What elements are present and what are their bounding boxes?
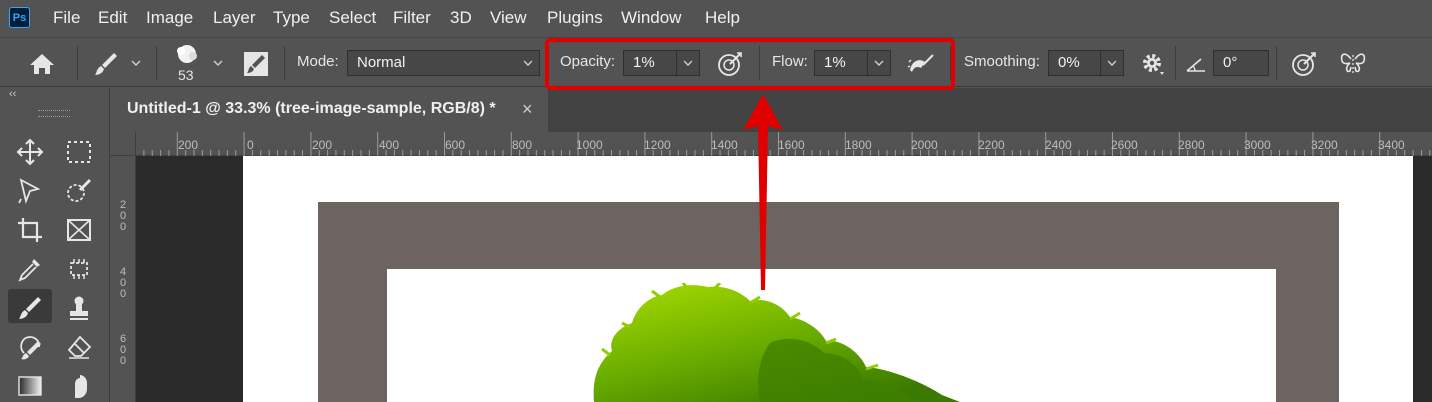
smoothing-value: 0%	[1058, 54, 1080, 71]
brush-settings-panel-icon[interactable]	[243, 51, 269, 77]
brush-size-value: 53	[178, 67, 194, 83]
panel-collapse-icon[interactable]: ‹‹	[9, 88, 16, 100]
quick-selection-tool-icon[interactable]	[57, 172, 101, 206]
menu-image[interactable]: Image	[146, 0, 193, 36]
ruler-label: 2200	[978, 138, 1005, 152]
menu-view[interactable]: View	[490, 0, 527, 36]
ruler-label: 2400	[1045, 138, 1072, 152]
ruler-label: 6 0 0	[119, 333, 127, 367]
ruler-label: 1200	[644, 138, 671, 152]
ruler-label: 600	[445, 138, 466, 152]
spot-healing-patch-tool-icon[interactable]	[57, 250, 101, 284]
gear-icon[interactable]	[1139, 50, 1167, 78]
ruler-label: 800	[512, 138, 533, 152]
eyedropper-tool-icon[interactable]	[8, 250, 52, 284]
annotation-highlight-box	[545, 38, 955, 90]
frame-tool-icon[interactable]	[57, 211, 101, 245]
ruler-label: 1400	[711, 138, 738, 152]
menu-edit[interactable]: Edit	[98, 0, 127, 36]
ruler-label: 400	[379, 138, 400, 152]
chevron-down-icon[interactable]	[211, 56, 225, 70]
panel-grip[interactable]	[38, 110, 70, 117]
symmetry-butterfly-icon[interactable]	[1337, 49, 1369, 79]
ruler-label: 2000	[911, 138, 938, 152]
mode-label: Mode:	[297, 53, 339, 70]
brush-tip-icon[interactable]	[174, 43, 200, 65]
angle-value: 0°	[1223, 54, 1238, 71]
annotation-arrow	[743, 94, 783, 290]
mode-value: Normal	[357, 54, 406, 71]
move-tool-icon[interactable]	[8, 133, 52, 167]
ruler-origin[interactable]	[110, 132, 136, 156]
brush-tool-icon[interactable]	[8, 289, 52, 323]
document-tab[interactable]: Untitled-1 @ 33.3% (tree-image-sample, R…	[110, 88, 548, 132]
menu-file[interactable]: File	[53, 0, 80, 36]
mode-dropdown[interactable]: Normal	[347, 50, 540, 76]
tree-image	[593, 283, 960, 402]
menu-select[interactable]: Select	[329, 0, 376, 36]
ruler-label: 0	[247, 138, 254, 152]
history-brush-tool-icon[interactable]	[8, 328, 52, 362]
ruler-label: 4 0 0	[119, 266, 127, 300]
ruler-label: 3400	[1378, 138, 1405, 152]
menu-help[interactable]: Help	[705, 0, 740, 36]
ruler-label: 2600	[1111, 138, 1138, 152]
crop-tool-icon[interactable]	[8, 211, 52, 245]
clone-stamp-tool-icon[interactable]	[57, 289, 101, 323]
angle-field[interactable]: 0°	[1213, 50, 1269, 76]
vertical-ruler[interactable]: 2 0 0 4 0 0 6 0 0	[110, 156, 136, 402]
home-icon[interactable]	[28, 52, 56, 76]
ruler-label: 3000	[1244, 138, 1271, 152]
menu-window[interactable]: Window	[621, 0, 681, 36]
polygonal-lasso-tool-icon[interactable]	[8, 172, 52, 206]
menu-plugins[interactable]: Plugins	[547, 0, 603, 36]
ruler-label: 1800	[845, 138, 872, 152]
menu-3d[interactable]: 3D	[450, 0, 472, 36]
smoothing-label: Smoothing:	[964, 53, 1040, 70]
smoothing-field[interactable]: 0%	[1048, 50, 1124, 76]
ruler-label: 200	[312, 138, 333, 152]
ruler-label: 2 0 0	[119, 199, 127, 233]
ruler-label: 200	[178, 138, 199, 152]
ruler-label: 3200	[1311, 138, 1338, 152]
brush-angle-icon	[1185, 53, 1207, 75]
pressure-size-icon[interactable]	[1290, 50, 1318, 78]
close-icon[interactable]: ×	[522, 99, 533, 120]
menu-type[interactable]: Type	[273, 0, 310, 36]
chevron-down-icon[interactable]	[1100, 51, 1123, 75]
marquee-tool-icon[interactable]	[57, 133, 101, 167]
gradient-tool-icon[interactable]	[8, 367, 52, 401]
eraser-tool-icon[interactable]	[57, 328, 101, 362]
brush-preset-icon[interactable]	[92, 50, 120, 78]
chevron-down-icon[interactable]	[129, 56, 143, 70]
document-tab-title: Untitled-1 @ 33.3% (tree-image-sample, R…	[127, 100, 496, 117]
photoshop-logo[interactable]: Ps	[9, 7, 30, 28]
tools-panel: ‹‹	[0, 88, 110, 402]
menu-layer[interactable]: Layer	[213, 0, 256, 36]
menu-bar: Ps File Edit Image Layer Type Select Fil…	[0, 0, 1432, 36]
ruler-label: 2800	[1178, 138, 1205, 152]
ruler-label: 1000	[576, 138, 603, 152]
menu-filter[interactable]: Filter	[393, 0, 431, 36]
smudge-tool-icon[interactable]	[57, 367, 101, 401]
